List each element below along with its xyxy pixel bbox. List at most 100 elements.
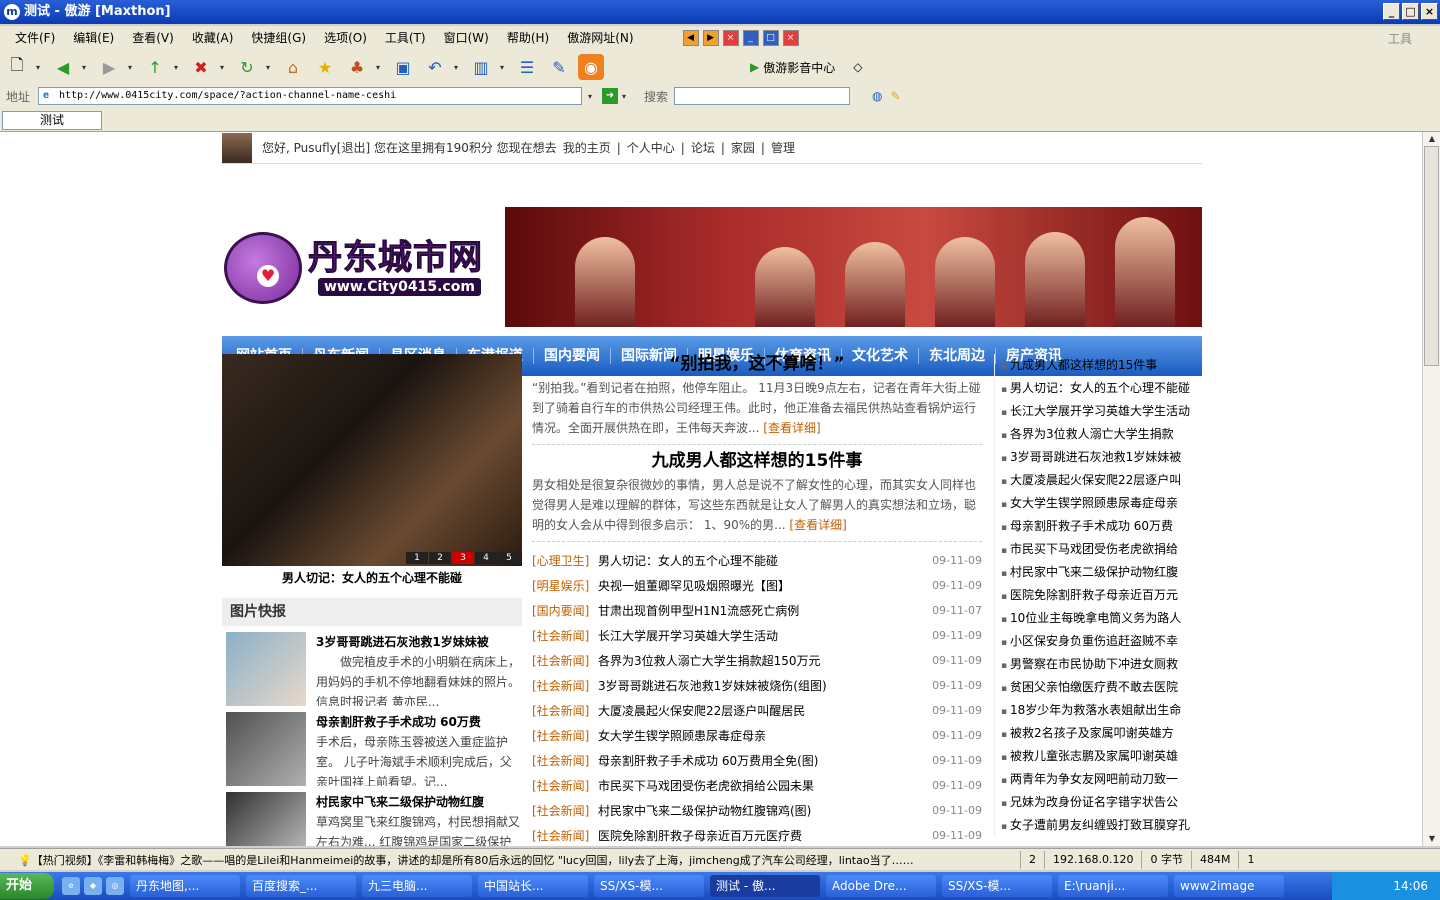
scroll-thumb[interactable] xyxy=(1424,146,1439,366)
side-list-item[interactable]: 大厦凌晨起火保安爬22层逐户叫 xyxy=(1001,469,1204,492)
taskbar-task[interactable]: 测试 - 傲... xyxy=(710,875,820,897)
side-list-item[interactable]: 母亲割肝救子手术成功 60万费 xyxy=(1001,515,1204,538)
news-row[interactable]: [社会新闻] 医院免除割肝救子母亲近百万元医疗费 09-11-09 xyxy=(532,823,982,846)
ie-icon[interactable]: e xyxy=(62,877,80,895)
address-input[interactable]: http://www.0415city.com/space/?action-ch… xyxy=(38,87,582,105)
news-title[interactable]: 男人切记：女人的五个心理不能碰 xyxy=(598,552,932,569)
side-list-item[interactable]: 女大学生锲学照顾患尿毒症母亲 xyxy=(1001,492,1204,515)
side-list-item[interactable]: 村民家中飞来二级保护动物红腹 xyxy=(1001,561,1204,584)
news-title[interactable]: 市民买下马戏团受伤老虎欲捐给公园未果 xyxy=(598,777,932,794)
tab-close-icon[interactable]: × xyxy=(782,30,799,46)
taskbar-task[interactable]: Adobe Dre... xyxy=(826,875,936,897)
pic-news-thumb[interactable] xyxy=(226,632,306,706)
photo-slider[interactable]: 1 2 3 4 5 xyxy=(222,354,522,566)
news-category[interactable]: [社会新闻] xyxy=(532,827,598,844)
web-icon[interactable]: ◍ xyxy=(872,89,882,103)
search-input[interactable] xyxy=(674,87,851,105)
menu-options[interactable]: 选项(O) xyxy=(315,26,376,50)
taskbar-task[interactable]: www2image xyxy=(1174,875,1284,897)
side-list-item[interactable]: 被救2名孩子及家属叩谢英雄方 xyxy=(1001,722,1204,745)
news-title[interactable]: 大厦凌晨起火保安爬22层逐户叫醒居民 xyxy=(598,702,932,719)
side-list-item[interactable]: 被救儿童张志鹏及家属叩谢英雄 xyxy=(1001,745,1204,768)
slider-page[interactable]: 2 xyxy=(429,552,451,564)
news-title[interactable]: 央视一姐董卿罕见吸烟照曝光【图】 xyxy=(598,577,932,594)
list-icon[interactable]: ☰ xyxy=(514,54,540,80)
news-category[interactable]: [社会新闻] xyxy=(532,777,598,794)
site-logo[interactable]: ♥ 丹东城市网 www.City0415.com xyxy=(222,226,492,306)
rss-icon[interactable]: ◉ xyxy=(578,54,604,80)
link-admin[interactable]: 管理 xyxy=(771,139,795,156)
side-list-item[interactable]: 市民买下马戏团受伤老虎欲捐给 xyxy=(1001,538,1204,561)
pic-news-item[interactable]: 3岁哥哥跳进石灰池救1岁妹妹被 做完植皮手术的小明躺在病床上，用妈妈的手机不停地翻… xyxy=(222,632,522,706)
menu-edit[interactable]: 编辑(E) xyxy=(64,26,123,50)
news-row[interactable]: [社会新闻] 村民家中飞来二级保护动物红腹锦鸡(图) 09-11-09 xyxy=(532,798,982,823)
side-list-item[interactable]: 贫困父亲怕缴医疗费不敢去医院 xyxy=(1001,676,1204,699)
news-category[interactable]: [社会新闻] xyxy=(532,802,598,819)
news-row[interactable]: [社会新闻] 长江大学展开学习英雄大学生活动 09-11-09 xyxy=(532,623,982,648)
news-category[interactable]: [社会新闻] xyxy=(532,752,598,769)
menu-window[interactable]: 窗口(W) xyxy=(435,26,498,50)
taskbar-task[interactable]: 丹东地图,... xyxy=(130,875,240,897)
start-button[interactable]: 开始 xyxy=(0,873,54,899)
taskbar-task[interactable]: 百度搜索_... xyxy=(246,875,356,897)
news-title[interactable]: 村民家中飞来二级保护动物红腹锦鸡(图) xyxy=(598,802,932,819)
side-list-item[interactable]: 小区保安身负重伤追赶盗贼不幸 xyxy=(1001,630,1204,653)
menu-maxthon-urls[interactable]: 傲游网址(N) xyxy=(558,26,642,50)
side-list-item[interactable]: 长江大学展开学习英雄大学生活动 xyxy=(1001,400,1204,423)
home-icon[interactable]: ⌂ xyxy=(280,54,306,80)
slider-page[interactable]: 1 xyxy=(406,552,428,564)
side-list-item[interactable]: 兄妹为改身份证名字错字状告公 xyxy=(1001,791,1204,814)
pic-news-item[interactable]: 母亲割肝救子手术成功 60万费 手术后，母亲陈玉蓉被送入重症监护室。 儿子叶海斌手… xyxy=(222,712,522,786)
side-list-item[interactable]: 九成男人都这样想的15件事 xyxy=(1001,354,1204,377)
forward-icon[interactable]: ▶ xyxy=(96,54,122,80)
news-title[interactable]: 各界为3位救人溺亡大学生捐款超150万元 xyxy=(598,652,932,669)
taskbar-task[interactable]: SS/XS-模... xyxy=(594,875,704,897)
tab-minimize-icon[interactable]: _ xyxy=(742,30,759,46)
pic-news-item-title[interactable]: 母亲割肝救子手术成功 60万费 xyxy=(316,712,522,732)
undo-icon[interactable]: ↶ xyxy=(422,54,448,80)
close-tab-icon[interactable]: × xyxy=(722,30,739,46)
side-list-item[interactable]: 女子遭前男友纠缠毁打致耳膜穿孔 xyxy=(1001,814,1204,837)
side-list-item[interactable]: 18岁少年为救落水表姐献出生命 xyxy=(1001,699,1204,722)
menu-favorites[interactable]: 收藏(A) xyxy=(183,26,243,50)
scroll-up-icon[interactable]: ▲ xyxy=(1423,132,1440,146)
groups-icon[interactable]: ♣ xyxy=(344,54,370,80)
link-personal-center[interactable]: 个人中心 xyxy=(627,139,675,156)
read-more-link[interactable]: [查看详细] xyxy=(789,518,846,532)
menu-view[interactable]: 查看(V) xyxy=(123,26,183,50)
quick-launch-icon[interactable]: ◆ xyxy=(84,877,102,895)
news-row[interactable]: [社会新闻] 母亲割肝救子手术成功 60万费用全免(图) 09-11-09 xyxy=(532,748,982,773)
side-list-item[interactable]: 3岁哥哥跳进石灰池救1岁妹妹被 xyxy=(1001,446,1204,469)
link-home-space[interactable]: 家园 xyxy=(731,139,755,156)
refresh-icon[interactable]: ↻ xyxy=(234,54,260,80)
tools-label[interactable]: 工具 xyxy=(1388,30,1412,47)
news-title[interactable]: 甘肃出现首例甲型H1N1流感死亡病例 xyxy=(598,602,932,619)
tab-restore-icon[interactable]: □ xyxy=(762,30,779,46)
scroll-down-icon[interactable]: ▼ xyxy=(1423,832,1440,846)
back-icon[interactable]: ◀ xyxy=(50,54,76,80)
news-row[interactable]: [社会新闻] 3岁哥哥跳进石灰池救1岁妹妹被烧伤(组图) 09-11-09 xyxy=(532,673,982,698)
news-title[interactable]: 医院免除割肝救子母亲近百万元医疗费 xyxy=(598,827,932,844)
slider-page-active[interactable]: 3 xyxy=(452,552,474,564)
link-my-home[interactable]: 我的主页 xyxy=(563,139,611,156)
vertical-scrollbar[interactable]: ▲ ▼ xyxy=(1422,132,1440,846)
headline-title[interactable]: 九成男人都这样想的15件事 xyxy=(532,449,982,473)
link-forum[interactable]: 论坛 xyxy=(691,139,715,156)
next-tab-icon[interactable]: ▶ xyxy=(702,30,719,46)
maximize-button[interactable]: □ xyxy=(1402,3,1419,20)
news-category[interactable]: [国内要闻] xyxy=(532,602,598,619)
media-center-button[interactable]: ▶ 傲游影音中心 ◇ xyxy=(750,59,862,76)
edit-icon[interactable]: ✎ xyxy=(546,54,572,80)
news-row[interactable]: [社会新闻] 各界为3位救人溺亡大学生捐款超150万元 09-11-09 xyxy=(532,648,982,673)
side-list-item[interactable]: 10位业主每晚拿电筒义务为路人 xyxy=(1001,607,1204,630)
news-category[interactable]: [社会新闻] xyxy=(532,652,598,669)
taskbar-task[interactable]: 中国站长... xyxy=(478,875,588,897)
news-title[interactable]: 女大学生锲学照顾患尿毒症母亲 xyxy=(598,727,932,744)
minimize-button[interactable]: _ xyxy=(1383,3,1400,20)
pic-news-thumb[interactable] xyxy=(226,792,306,846)
menu-tools[interactable]: 工具(T) xyxy=(376,26,435,50)
news-title[interactable]: 长江大学展开学习英雄大学生活动 xyxy=(598,627,932,644)
stop-icon[interactable]: ✖ xyxy=(188,54,214,80)
news-category[interactable]: [明星娱乐] xyxy=(532,577,598,594)
menu-file[interactable]: 文件(F) xyxy=(6,26,64,50)
